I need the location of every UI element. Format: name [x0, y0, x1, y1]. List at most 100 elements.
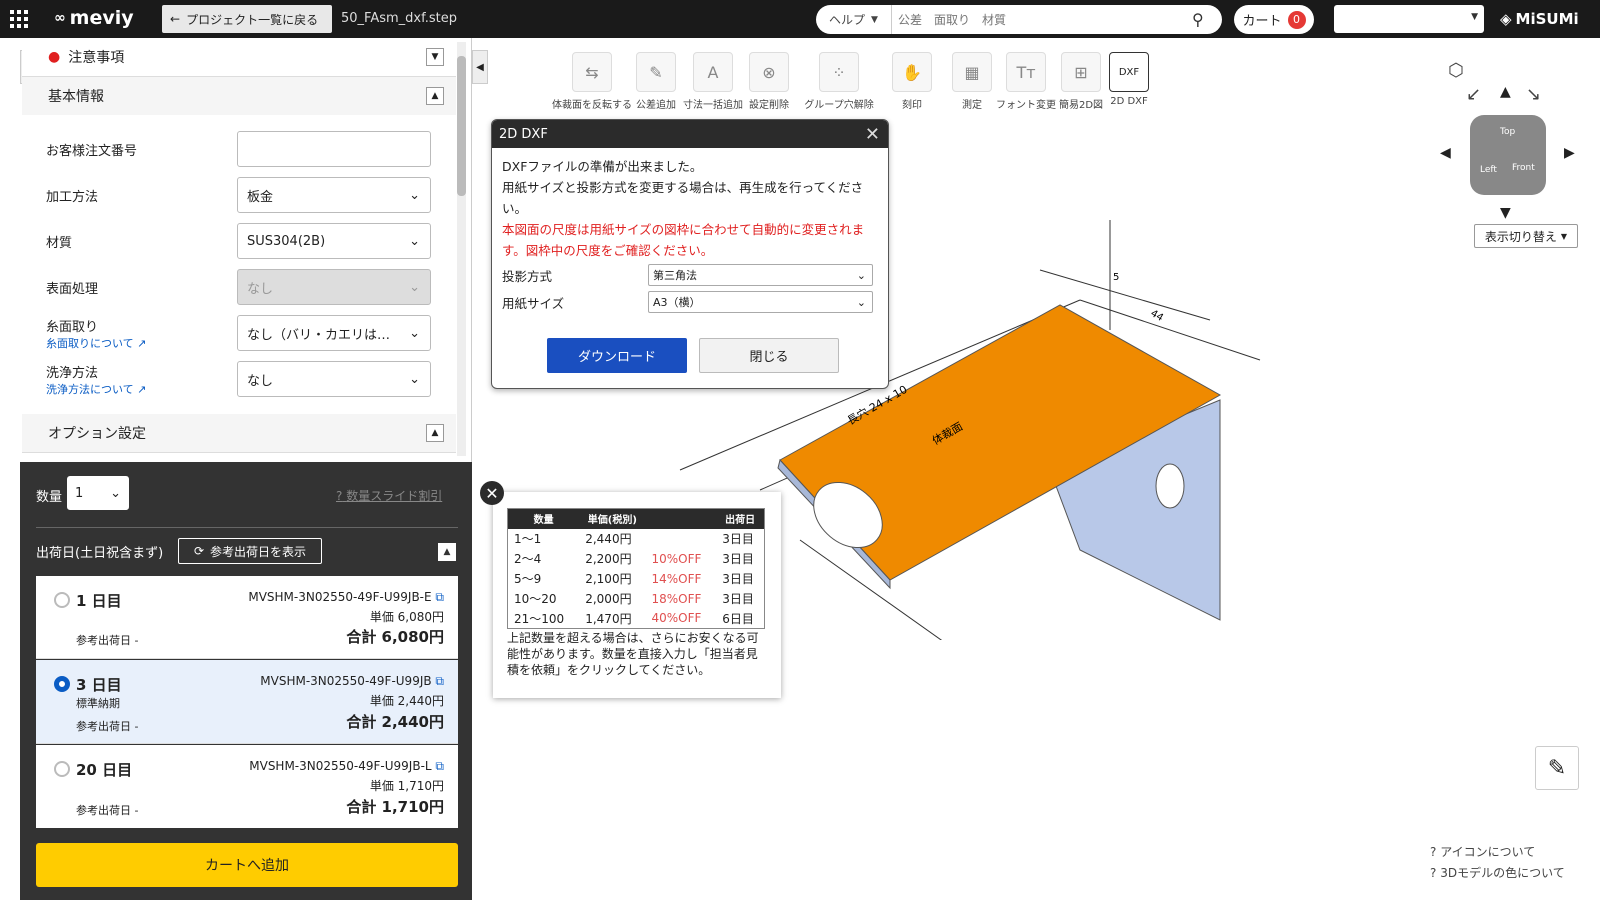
engrave-tool[interactable]: ✋ 刻印	[890, 52, 934, 111]
font-change-tool[interactable]: Tт フォント変更	[996, 52, 1056, 111]
ref-ship-date: 参考出荷日 -	[76, 634, 139, 647]
rotate-right-arrow-icon[interactable]: ▶	[1564, 145, 1575, 161]
help-dropdown[interactable]: ヘルプ ▼	[816, 5, 892, 34]
flip-face-tool[interactable]: ⇆ 体裁面を反転する	[550, 52, 634, 111]
total-price: 合計 2,440円	[346, 713, 444, 731]
copy-icon[interactable]: ⧉	[435, 674, 444, 688]
rotate-left-icon[interactable]: ↙	[1466, 84, 1481, 105]
icons-help-link[interactable]: ? アイコンについて	[1430, 843, 1535, 860]
cleaning-select[interactable]: なし ⌄	[237, 361, 431, 397]
ungroup-holes-tool[interactable]: ⁘ グループ穴解除	[802, 52, 876, 111]
font-icon: Tт	[1006, 52, 1046, 92]
collapse-viewer-left-button[interactable]: ◀	[472, 50, 488, 84]
logo-text: meviy	[69, 7, 134, 29]
cleaning-label-text: 洗浄方法	[46, 366, 99, 381]
scrollbar-thumb[interactable]	[457, 56, 466, 196]
cube-top-face[interactable]: Top	[1500, 127, 1515, 137]
copy-icon[interactable]: ⧉	[435, 590, 444, 604]
view-cube[interactable]: Top Left Front	[1470, 115, 1546, 195]
ship-option-1[interactable]: 1 日目 MVSHM-3N02550-49F-U99JB-E ⧉ 単価 6,08…	[36, 576, 458, 659]
rotate-left-arrow-icon[interactable]: ◀	[1440, 145, 1451, 161]
quantity-select[interactable]: 1 ⌄	[67, 476, 129, 510]
view-toggle-label: 表示切り替え	[1484, 229, 1557, 244]
rotate-up-icon[interactable]: ▲	[1500, 84, 1511, 100]
dimension-5: 5	[1113, 272, 1119, 283]
cart-count-badge: 0	[1287, 10, 1306, 29]
close-dialog-button[interactable]: 閉じる	[699, 338, 839, 373]
option-settings-header[interactable]: オプション設定 ▲	[22, 414, 456, 453]
add-tolerance-tool[interactable]: ✎ 公差追加	[634, 52, 678, 111]
dimension-icon: A	[693, 52, 733, 92]
memo-button[interactable]: ✎	[1535, 746, 1579, 790]
left-scrollbar[interactable]	[457, 42, 466, 456]
cube-front-face[interactable]: Front	[1512, 163, 1535, 173]
order-number-input[interactable]	[237, 131, 431, 167]
account-select[interactable]: ▼	[1334, 5, 1484, 33]
ship-code: MVSHM-3N02550-49F-U99JB-L ⧉	[249, 759, 444, 774]
bulk-dimension-tool[interactable]: A 寸法一括追加	[680, 52, 746, 111]
ship-option-3[interactable]: 3 日目 標準納期 MVSHM-3N02550-49F-U99JB ⧉ 単価 2…	[36, 660, 458, 744]
round-hole	[1155, 463, 1185, 509]
search-input[interactable]	[892, 12, 1192, 27]
expand-notice-button[interactable]: ▼	[426, 48, 444, 66]
home-view-icon[interactable]: ⬡	[1448, 60, 1464, 81]
projection-select[interactable]: 第三角法 ⌄	[648, 264, 873, 286]
collapse-ship-button[interactable]: ▲	[438, 543, 456, 561]
dxf-tool[interactable]: DXF 2D DXF	[1106, 52, 1152, 107]
qty-cell: 2～4	[514, 552, 542, 566]
unit-price: 単価 6,080円	[369, 610, 444, 624]
app-grid-icon[interactable]	[10, 10, 28, 28]
show-ref-date-label: 参考出荷日を表示	[210, 544, 307, 559]
ship-option-20[interactable]: 20 日目 MVSHM-3N02550-49F-U99JB-L ⧉ 単価 1,7…	[36, 745, 458, 828]
quantity-discount-link[interactable]: ? 数量スライド割引	[336, 487, 442, 504]
paper-size-select[interactable]: A3（横） ⌄	[648, 291, 873, 313]
copy-icon[interactable]: ⧉	[435, 759, 444, 773]
cart-button[interactable]: カート 0	[1234, 5, 1314, 34]
add-to-cart-button[interactable]: カートへ追加	[36, 843, 458, 887]
collapse-options-button[interactable]: ▲	[426, 424, 444, 442]
meviy-logo[interactable]: ∞ meviy	[54, 7, 134, 29]
colors-help-link[interactable]: ? 3Dモデルの色について	[1430, 864, 1565, 881]
cleaning-help-link[interactable]: 洗浄方法について ↗	[46, 381, 146, 397]
back-to-projects-button[interactable]: ← プロジェクト一覧に戻る	[162, 5, 332, 33]
chamfer-label-text: 糸面取り	[46, 320, 99, 335]
chevron-down-icon: ⌄	[409, 233, 420, 249]
top-bar: ∞ meviy ← プロジェクト一覧に戻る 50_FAsm_dxf.step ヘルプ…	[0, 0, 1600, 38]
radio-button[interactable]	[54, 592, 70, 608]
rotate-down-icon[interactable]: ▼	[1500, 205, 1511, 221]
chevron-down-icon: ⌄	[409, 371, 420, 387]
delete-setting-tool[interactable]: ⊗ 設定削除	[746, 52, 792, 111]
chevron-down-icon: ▼	[1560, 231, 1568, 241]
cleaning-label: 洗浄方法 洗浄方法について ↗	[46, 362, 146, 397]
table-row: 21～100 1,470円 40%OFF 6日目	[508, 609, 765, 629]
arrow-left-icon: ←	[170, 12, 181, 26]
close-price-popup-button[interactable]: ✕	[480, 481, 504, 505]
dialog-body: DXFファイルの準備が出来ました。 用紙サイズと投影方式を変更する場合は、再生成…	[492, 148, 888, 269]
cube-left-face[interactable]: Left	[1480, 165, 1497, 175]
view-toggle-button[interactable]: 表示切り替え ▼	[1474, 224, 1578, 248]
show-ref-date-button[interactable]: ⟳ 参考出荷日を表示	[178, 538, 322, 564]
paper-size-label: 用紙サイズ	[502, 296, 565, 311]
chamfer-help-link[interactable]: 糸面取りについて ↗	[46, 335, 146, 351]
cleaning-value: なし	[247, 373, 274, 389]
misumi-logo[interactable]: ◈ MiSUMi	[1500, 10, 1579, 28]
measure-tool[interactable]: ▦ 測定	[950, 52, 994, 111]
external-link-icon: ↗	[137, 337, 147, 350]
download-button[interactable]: ダウンロード	[547, 338, 687, 373]
price-cell: 2,000円	[585, 592, 632, 606]
collapse-basic-button[interactable]: ▲	[426, 87, 444, 105]
process-select[interactable]: 板金 ⌄	[237, 177, 431, 213]
search-icon[interactable]: ⚲	[1192, 10, 1222, 29]
close-icon[interactable]: ✕	[865, 124, 880, 145]
radio-button[interactable]	[54, 761, 70, 777]
chamfer-select[interactable]: なし（バリ・カエリは… ⌄	[237, 315, 431, 351]
simple-2d-tool[interactable]: ⊞ 簡易2D図	[1058, 52, 1104, 111]
material-select[interactable]: SUS304(2B) ⌄	[237, 223, 431, 259]
rotate-right-icon[interactable]: ↘	[1526, 84, 1541, 105]
ship-days: 1 日目	[76, 592, 122, 610]
basic-info-header[interactable]: 基本情報 ▲	[22, 77, 456, 115]
process-label: 加工方法	[46, 190, 99, 205]
radio-button-selected[interactable]	[54, 676, 70, 692]
notice-section[interactable]: ● 注意事項 ▼	[22, 38, 456, 77]
projection-label: 投影方式	[502, 269, 553, 284]
